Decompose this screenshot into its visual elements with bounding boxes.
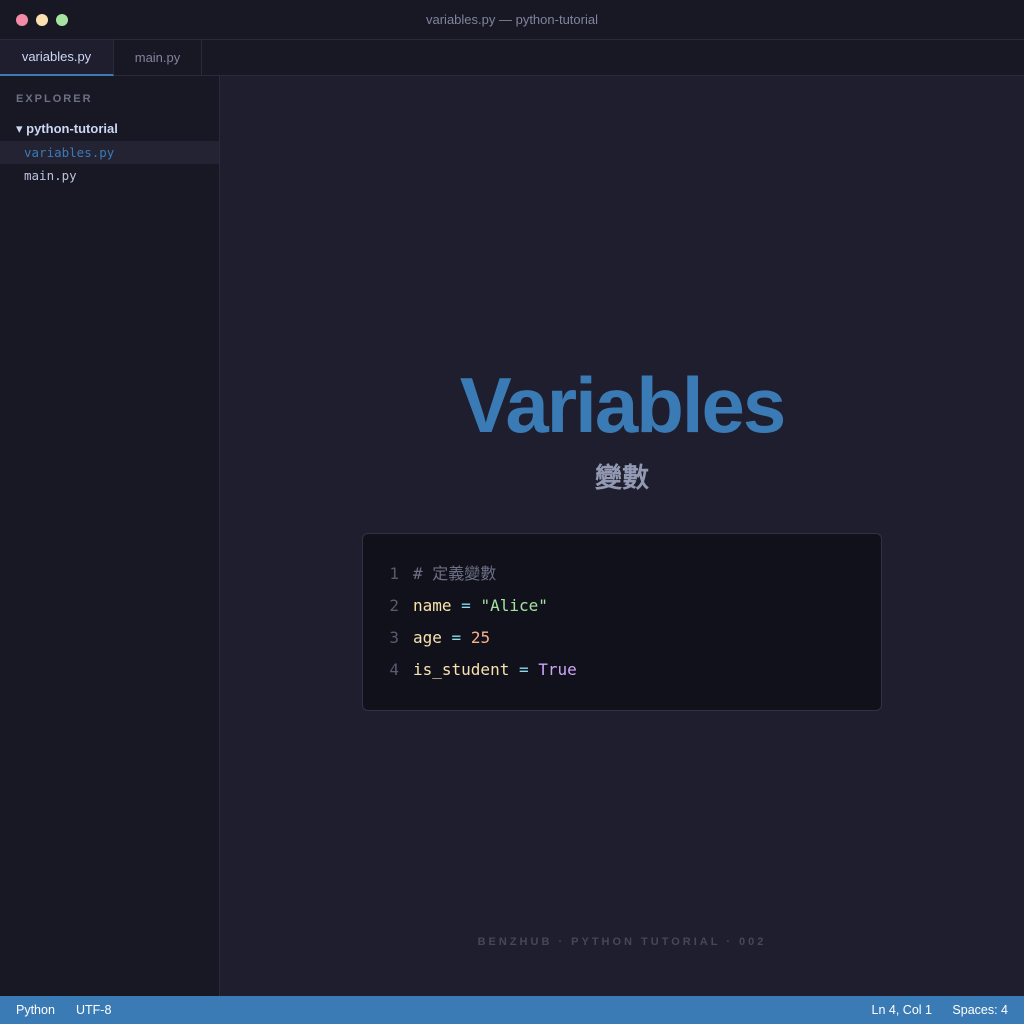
editor-area: Variables 變數 1 # 定義變數 2 name = "Alice" 3 age … xyxy=(220,76,1024,996)
file-variables-py[interactable]: variables.py xyxy=(0,141,219,164)
line-number: 3 xyxy=(389,628,399,647)
code-line: 4 is_student = True xyxy=(363,654,881,686)
page-title: Variables xyxy=(459,361,787,449)
folder-python-tutorial[interactable]: ▾ python-tutorial xyxy=(16,121,118,137)
code-text: age = 25 xyxy=(413,622,490,654)
code-text: name = "Alice" xyxy=(413,590,548,622)
footer-credit: BENZHUB · PYTHON TUTORIAL · 002 xyxy=(477,936,767,948)
title-bar: variables.py — python-tutorial xyxy=(0,0,1024,40)
code-token-op: = xyxy=(509,660,539,679)
line-number: 1 xyxy=(389,564,399,583)
code-token-comment: # 定義變數 xyxy=(413,564,497,583)
line-number: 2 xyxy=(389,596,399,615)
code-token-var: age xyxy=(413,628,442,647)
code-text: is_student = True xyxy=(413,654,577,686)
status-indentation[interactable]: Spaces: 4 xyxy=(952,996,1008,1024)
tab-bar: variables.py main.py xyxy=(0,40,1024,76)
code-token-op: = xyxy=(451,596,481,615)
status-cursor-position[interactable]: Ln 4, Col 1 xyxy=(872,996,932,1024)
code-token-var: name xyxy=(413,596,452,615)
window-title: variables.py — python-tutorial xyxy=(426,12,598,27)
file-main-py[interactable]: main.py xyxy=(0,164,219,187)
code-line: 3 age = 25 xyxy=(363,622,881,654)
code-line: 2 name = "Alice" xyxy=(363,590,881,622)
code-token-var: is_student xyxy=(413,660,510,679)
code-text: # 定義變數 xyxy=(413,558,496,590)
sidebar: EXPLORER ▾ python-tutorial variables.py … xyxy=(0,76,220,996)
page-subtitle: 變數 xyxy=(595,463,649,493)
code-token-num: 25 xyxy=(470,628,491,647)
code-token-kw: True xyxy=(538,660,577,679)
tab-variables-py[interactable]: variables.py xyxy=(0,40,114,76)
explorer-title: EXPLORER xyxy=(16,93,93,105)
status-language[interactable]: Python xyxy=(16,996,55,1024)
tab-main-py[interactable]: main.py xyxy=(114,40,202,76)
status-bar: Python UTF-8 Ln 4, Col 1 Spaces: 4 xyxy=(0,996,1024,1024)
line-number: 4 xyxy=(389,660,399,679)
code-token-op: = xyxy=(441,628,471,647)
code-line: 1 # 定義變數 xyxy=(363,558,881,590)
code-token-str: "Alice" xyxy=(480,596,548,615)
status-encoding[interactable]: UTF-8 xyxy=(76,996,111,1024)
code-block: 1 # 定義變數 2 name = "Alice" 3 age = 25 4 is_stude… xyxy=(362,533,882,711)
